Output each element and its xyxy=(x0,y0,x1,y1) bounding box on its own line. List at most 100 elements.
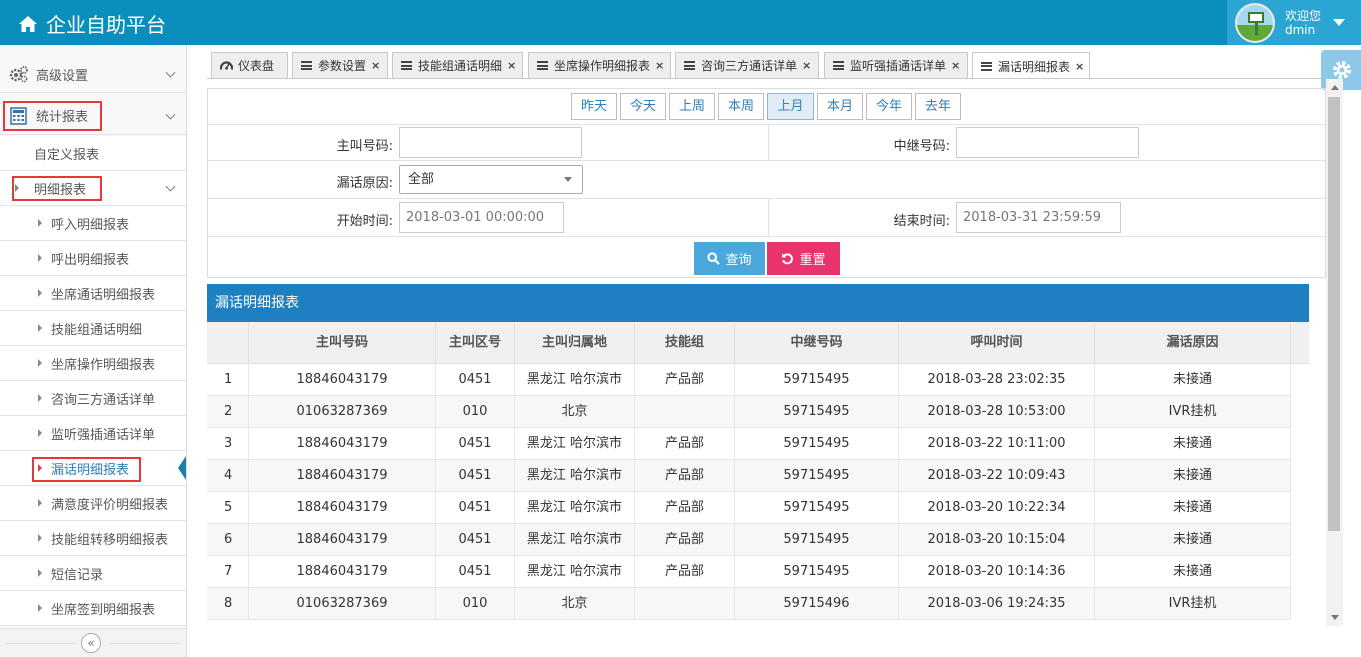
tab-params[interactable]: 参数设置 × xyxy=(292,52,388,78)
sidebar-item-label: 坐席签到明细报表 xyxy=(51,602,156,618)
date-btn-last-week[interactable]: 上周 xyxy=(669,93,715,120)
cell-call-time: 2018-03-28 10:53:00 xyxy=(899,396,1095,428)
sidebar-item-inbound[interactable]: 呼入明细报表 xyxy=(0,206,186,241)
cell-skill-group: 产品部 xyxy=(635,556,735,588)
list-icon xyxy=(301,61,312,70)
sidebar-item-label: 技能组通话明细 xyxy=(51,322,143,338)
close-icon[interactable]: × xyxy=(655,59,664,72)
close-icon[interactable]: × xyxy=(507,59,516,72)
sidebar-item-outbound[interactable]: 呼出明细报表 xyxy=(0,241,186,276)
caret-right-icon xyxy=(38,359,42,367)
cell-skill-group xyxy=(635,588,735,620)
cell-call-time: 2018-03-20 10:15:04 xyxy=(899,524,1095,556)
tab-consult-3way[interactable]: 咨询三方通话详单 × xyxy=(675,52,819,78)
vertical-scrollbar[interactable] xyxy=(1326,79,1343,626)
table-row[interactable]: 2 01063287369 010 北京 59715495 2018-03-28… xyxy=(207,396,1291,428)
cell-caller: 18846043179 xyxy=(249,492,436,524)
reason-select[interactable]: 全部 xyxy=(399,165,583,194)
date-btn-yesterday[interactable]: 昨天 xyxy=(571,93,617,120)
reset-button[interactable]: 重置 xyxy=(767,242,840,275)
end-time-input[interactable]: 2018-03-31 23:59:59 xyxy=(956,202,1121,233)
table-row[interactable]: 6 18846043179 0451 黑龙江 哈尔滨市 产品部 59715495… xyxy=(207,524,1291,556)
scroll-thumb[interactable] xyxy=(1328,97,1340,531)
brand[interactable]: 企业自助平台 xyxy=(18,9,166,38)
tab-divider xyxy=(207,78,1328,79)
sidebar-item-label: 技能组转移明细报表 xyxy=(51,532,169,548)
sidebar-item-sms[interactable]: 短信记录 xyxy=(0,556,186,591)
collapse-icon[interactable]: « xyxy=(81,633,101,653)
sidebar-item-skill-transfer[interactable]: 技能组转移明细报表 xyxy=(0,521,186,556)
sidebar-item-custom-report[interactable]: 自定义报表 xyxy=(0,136,186,171)
table-row[interactable]: 8 01063287369 010 北京 59715496 2018-03-06… xyxy=(207,588,1291,620)
tab-label: 漏话明细报表 xyxy=(998,59,1071,74)
table-row[interactable]: 1 18846043179 0451 黑龙江 哈尔滨市 产品部 59715495… xyxy=(207,364,1291,396)
scroll-up-icon[interactable] xyxy=(1331,85,1339,90)
sidebar-item-agent-ops[interactable]: 坐席操作明细报表 xyxy=(0,346,186,381)
close-icon[interactable]: × xyxy=(371,59,380,72)
col-header-skill-group[interactable]: 技能组 xyxy=(635,322,735,364)
tab-monitor[interactable]: 监听强插通话详单 × xyxy=(824,52,968,78)
close-icon[interactable]: × xyxy=(802,59,811,72)
col-header-call-time[interactable]: 呼叫时间 xyxy=(899,322,1095,364)
user-menu[interactable]: 欢迎您 dmin xyxy=(1227,0,1361,45)
cell-location: 黑龙江 哈尔滨市 xyxy=(515,364,635,396)
cell-reason: 未接通 xyxy=(1095,428,1291,460)
tab-label: 监听强插通话详单 xyxy=(850,59,947,73)
report-title: 漏话明细报表 xyxy=(207,284,1309,322)
caller-number-input[interactable] xyxy=(399,127,582,158)
cell-index: 6 xyxy=(207,524,249,556)
sidebar-item-advanced[interactable]: 高级设置 xyxy=(0,56,186,93)
date-btn-this-week[interactable]: 本周 xyxy=(718,93,764,120)
trunk-number-input[interactable] xyxy=(956,127,1139,158)
tab-agent-ops[interactable]: 坐席操作明细报表 × xyxy=(528,52,671,78)
col-header-reason[interactable]: 漏话原因 xyxy=(1095,322,1291,364)
cell-index: 1 xyxy=(207,364,249,396)
cell-index: 7 xyxy=(207,556,249,588)
col-header-area-code[interactable]: 主叫区号 xyxy=(436,322,515,364)
date-btn-last-year[interactable]: 去年 xyxy=(915,93,961,120)
tab-dashboard[interactable]: 仪表盘 xyxy=(211,52,288,78)
sidebar-item-agent-calls[interactable]: 坐席通话明细报表 xyxy=(0,276,186,311)
caret-right-icon xyxy=(38,219,42,227)
col-header-trunk[interactable]: 中继号码 xyxy=(735,322,899,364)
reason-filter-row: 漏话原因: 全部 xyxy=(208,161,1325,199)
date-btn-this-year[interactable]: 今年 xyxy=(866,93,912,120)
cell-skill-group: 产品部 xyxy=(635,492,735,524)
table-row[interactable]: 3 18846043179 0451 黑龙江 哈尔滨市 产品部 59715495… xyxy=(207,428,1291,460)
col-header-caller[interactable]: 主叫号码 xyxy=(249,322,436,364)
sidebar-item-monitor[interactable]: 监听强插通话详单 xyxy=(0,416,186,451)
chevron-down-icon xyxy=(165,109,176,120)
col-header-location[interactable]: 主叫归属地 xyxy=(515,322,635,364)
date-btn-last-month[interactable]: 上月 xyxy=(767,93,814,120)
caret-right-icon xyxy=(38,289,42,297)
sidebar-item-satisfaction[interactable]: 满意度评价明细报表 xyxy=(0,486,186,521)
cell-location: 北京 xyxy=(515,396,635,428)
cell-reason: 未接通 xyxy=(1095,556,1291,588)
table-row[interactable]: 5 18846043179 0451 黑龙江 哈尔滨市 产品部 59715495… xyxy=(207,492,1291,524)
cell-skill-group: 产品部 xyxy=(635,524,735,556)
scroll-down-icon[interactable] xyxy=(1331,615,1339,620)
sidebar-item-label: 坐席操作明细报表 xyxy=(51,357,156,373)
highlight-box-missed xyxy=(32,457,141,482)
tab-skill-calls[interactable]: 技能组通话明细 × xyxy=(392,52,523,78)
table-row[interactable]: 4 18846043179 0451 黑龙江 哈尔滨市 产品部 59715495… xyxy=(207,460,1291,492)
cell-skill-group: 产品部 xyxy=(635,460,735,492)
table-row[interactable]: 7 18846043179 0451 黑龙江 哈尔滨市 产品部 59715495… xyxy=(207,556,1291,588)
sidebar-item-consult-3way[interactable]: 咨询三方通话详单 xyxy=(0,381,186,416)
caret-right-icon xyxy=(38,324,42,332)
start-time-input[interactable]: 2018-03-01 00:00:00 xyxy=(399,202,564,233)
highlight-box-stats xyxy=(3,101,102,131)
tab-missed-calls[interactable]: 漏话明细报表 × xyxy=(972,52,1090,79)
sidebar-item-signin[interactable]: 坐席签到明细报表 xyxy=(0,591,186,626)
cell-trunk: 59715495 xyxy=(735,492,899,524)
close-icon[interactable]: × xyxy=(1075,60,1084,73)
reset-button-label: 重置 xyxy=(799,253,826,268)
close-icon[interactable]: × xyxy=(951,59,960,72)
date-btn-this-month[interactable]: 本月 xyxy=(817,93,863,120)
sidebar-label-advanced: 高级设置 xyxy=(36,68,89,84)
date-btn-today[interactable]: 今天 xyxy=(620,93,666,120)
cell-trunk: 59715495 xyxy=(735,428,899,460)
query-button[interactable]: 查询 xyxy=(694,242,765,275)
sidebar-item-skill-calls[interactable]: 技能组通话明细 xyxy=(0,311,186,346)
cell-reason: IVR挂机 xyxy=(1095,588,1291,620)
